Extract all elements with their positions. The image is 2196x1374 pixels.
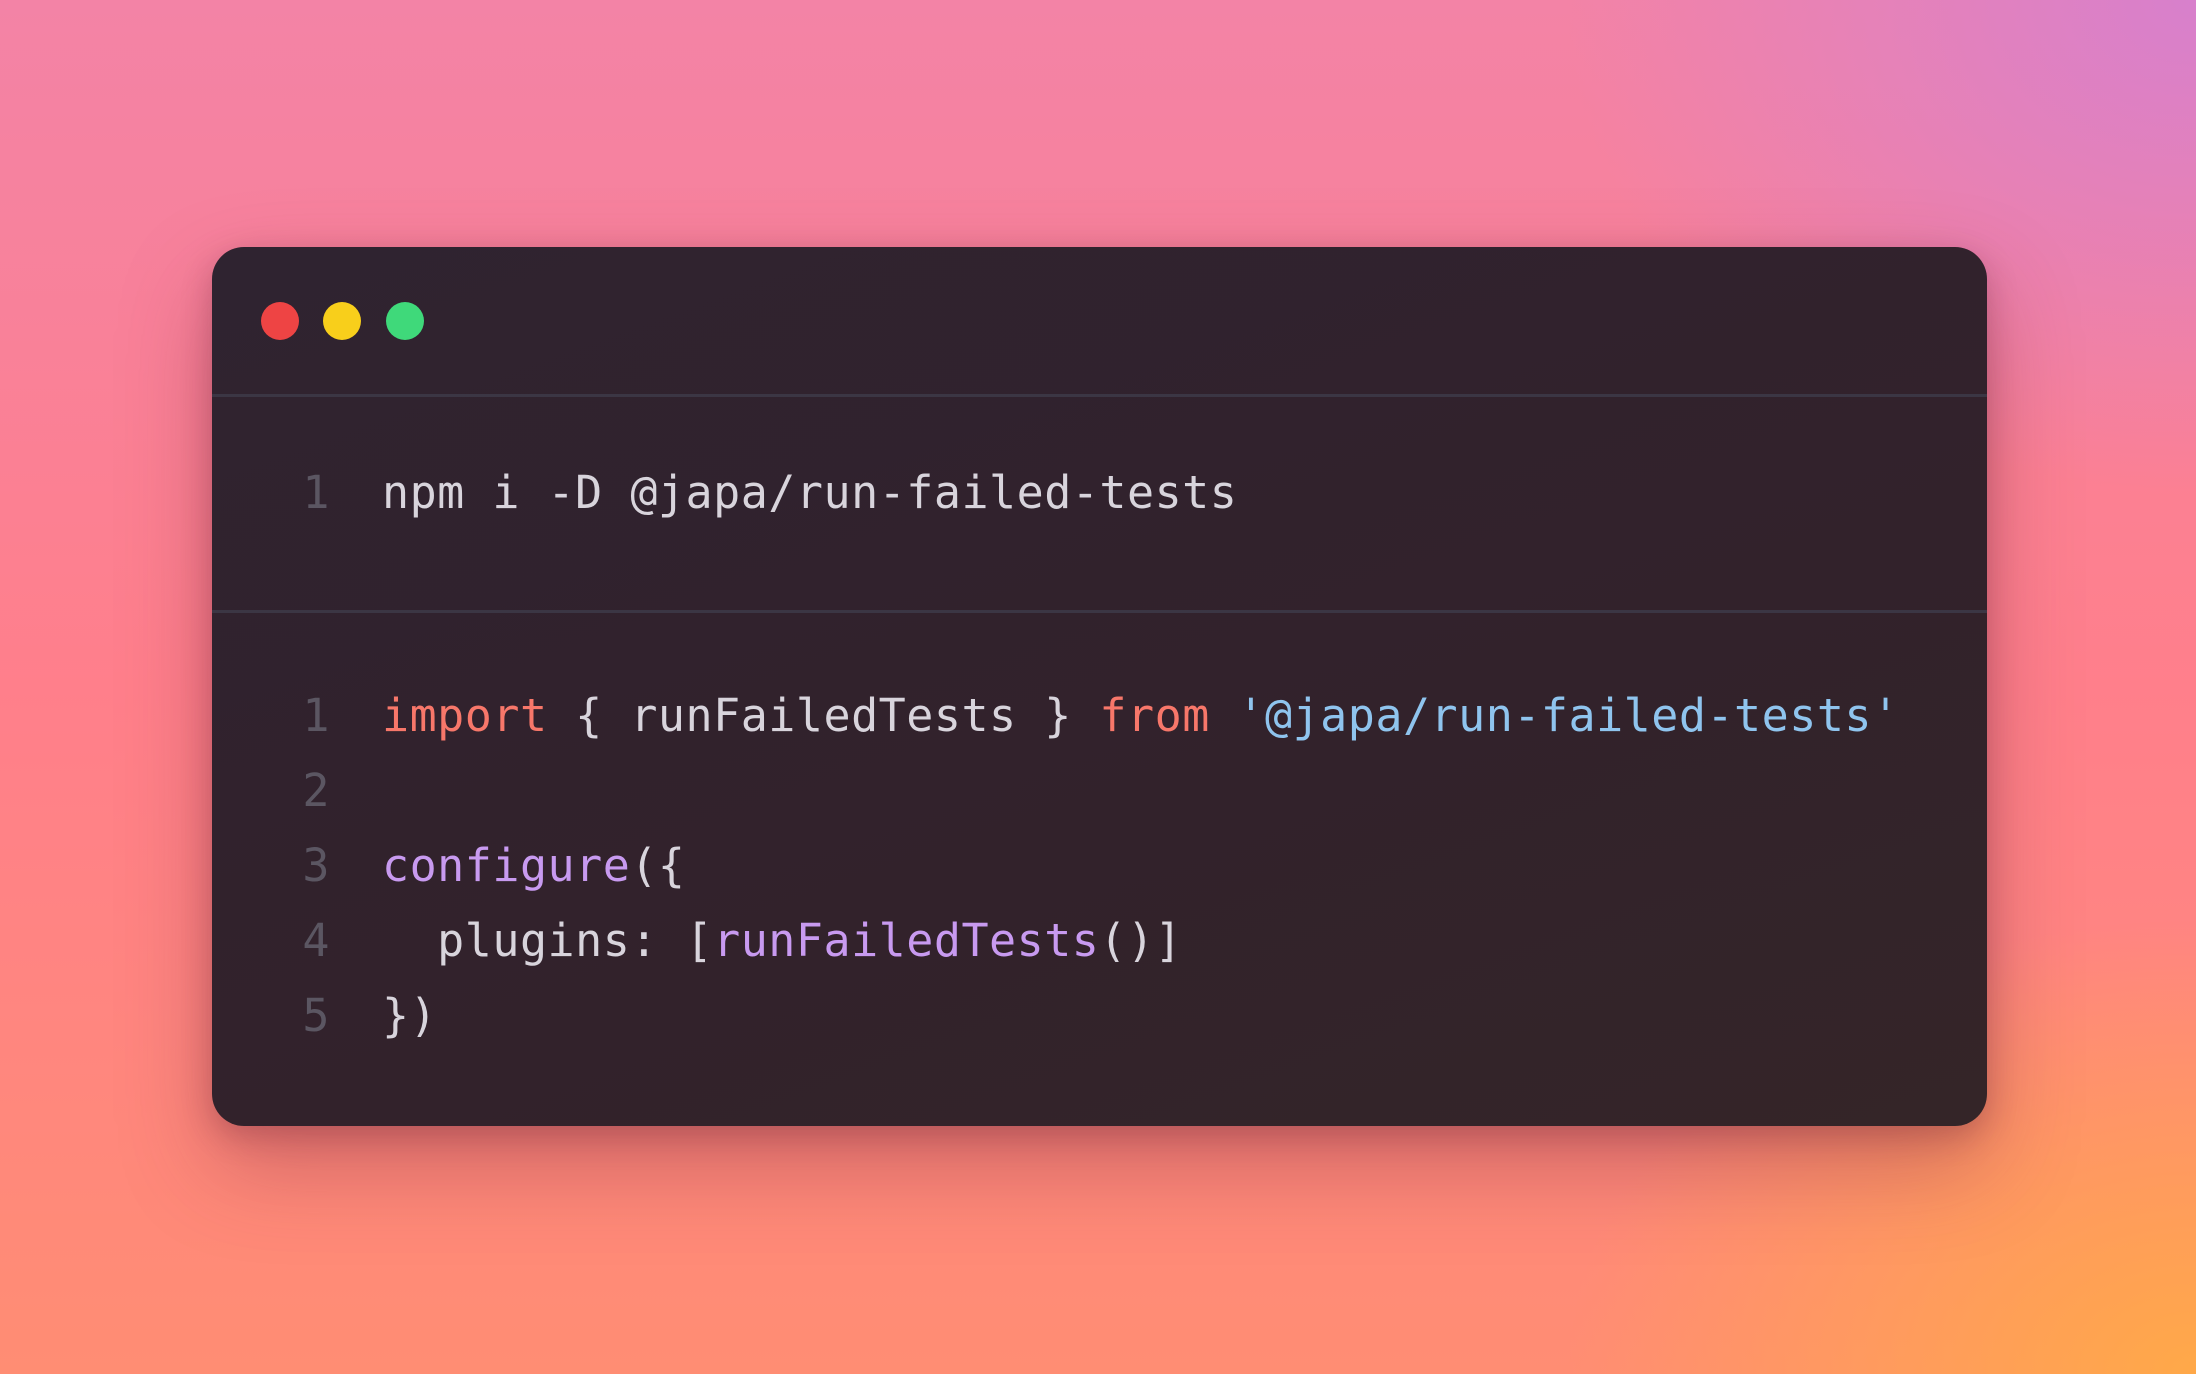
code-token-keyword: import — [382, 689, 548, 742]
maximize-window-icon[interactable] — [386, 302, 424, 340]
code-line: 5}) — [212, 978, 437, 1053]
code-token-func: configure — [382, 839, 631, 892]
code-text: import { runFailedTests } from '@japa/ru… — [330, 689, 1900, 742]
line-number: 1 — [302, 466, 330, 519]
code-token-func: runFailedTests — [713, 914, 1100, 967]
code-text: npm i -D @japa/run-failed-tests — [330, 466, 1237, 519]
code-token-plain: npm i -D @japa/run-failed-tests — [382, 466, 1238, 519]
code-token-plain: ()] — [1099, 914, 1183, 967]
code-window: 1 npm i -D @japa/run-failed-tests 1 import… — [212, 247, 1987, 1126]
line-number: 2 — [302, 764, 330, 817]
line-number: 5 — [302, 989, 330, 1042]
code-line: 2 — [212, 753, 382, 828]
code-line: 4 plugins: [runFailedTests()] — [212, 903, 1182, 978]
code-text: plugins: [runFailedTests()] — [330, 914, 1182, 967]
code-line: 1 npm i -D @japa/run-failed-tests — [212, 455, 1237, 530]
code-token-string: '@japa/run-failed-tests' — [1237, 689, 1900, 742]
line-number: 3 — [302, 839, 330, 892]
terminal-command-block: 1 npm i -D @japa/run-failed-tests — [212, 397, 1987, 613]
minimize-window-icon[interactable] — [323, 302, 361, 340]
line-number: 1 — [302, 689, 330, 742]
code-token-keyword: from — [1099, 689, 1210, 742]
window-titlebar — [212, 247, 1987, 397]
code-token-plain: plugins: [ — [382, 914, 714, 967]
code-token-plain: }) — [382, 989, 438, 1042]
code-token-plain: ({ — [630, 839, 686, 892]
code-text: configure({ — [330, 839, 686, 892]
code-line: 1 import { runFailedTests } from '@japa/r… — [212, 678, 1900, 753]
code-text: }) — [330, 989, 437, 1042]
line-number: 4 — [302, 914, 330, 967]
code-line: 3 configure({ — [212, 828, 686, 903]
close-window-icon[interactable] — [261, 302, 299, 340]
code-token-plain: { runFailedTests } — [547, 689, 1100, 742]
code-snippet-block: 1 import { runFailedTests } from '@japa/r… — [212, 613, 1987, 1126]
